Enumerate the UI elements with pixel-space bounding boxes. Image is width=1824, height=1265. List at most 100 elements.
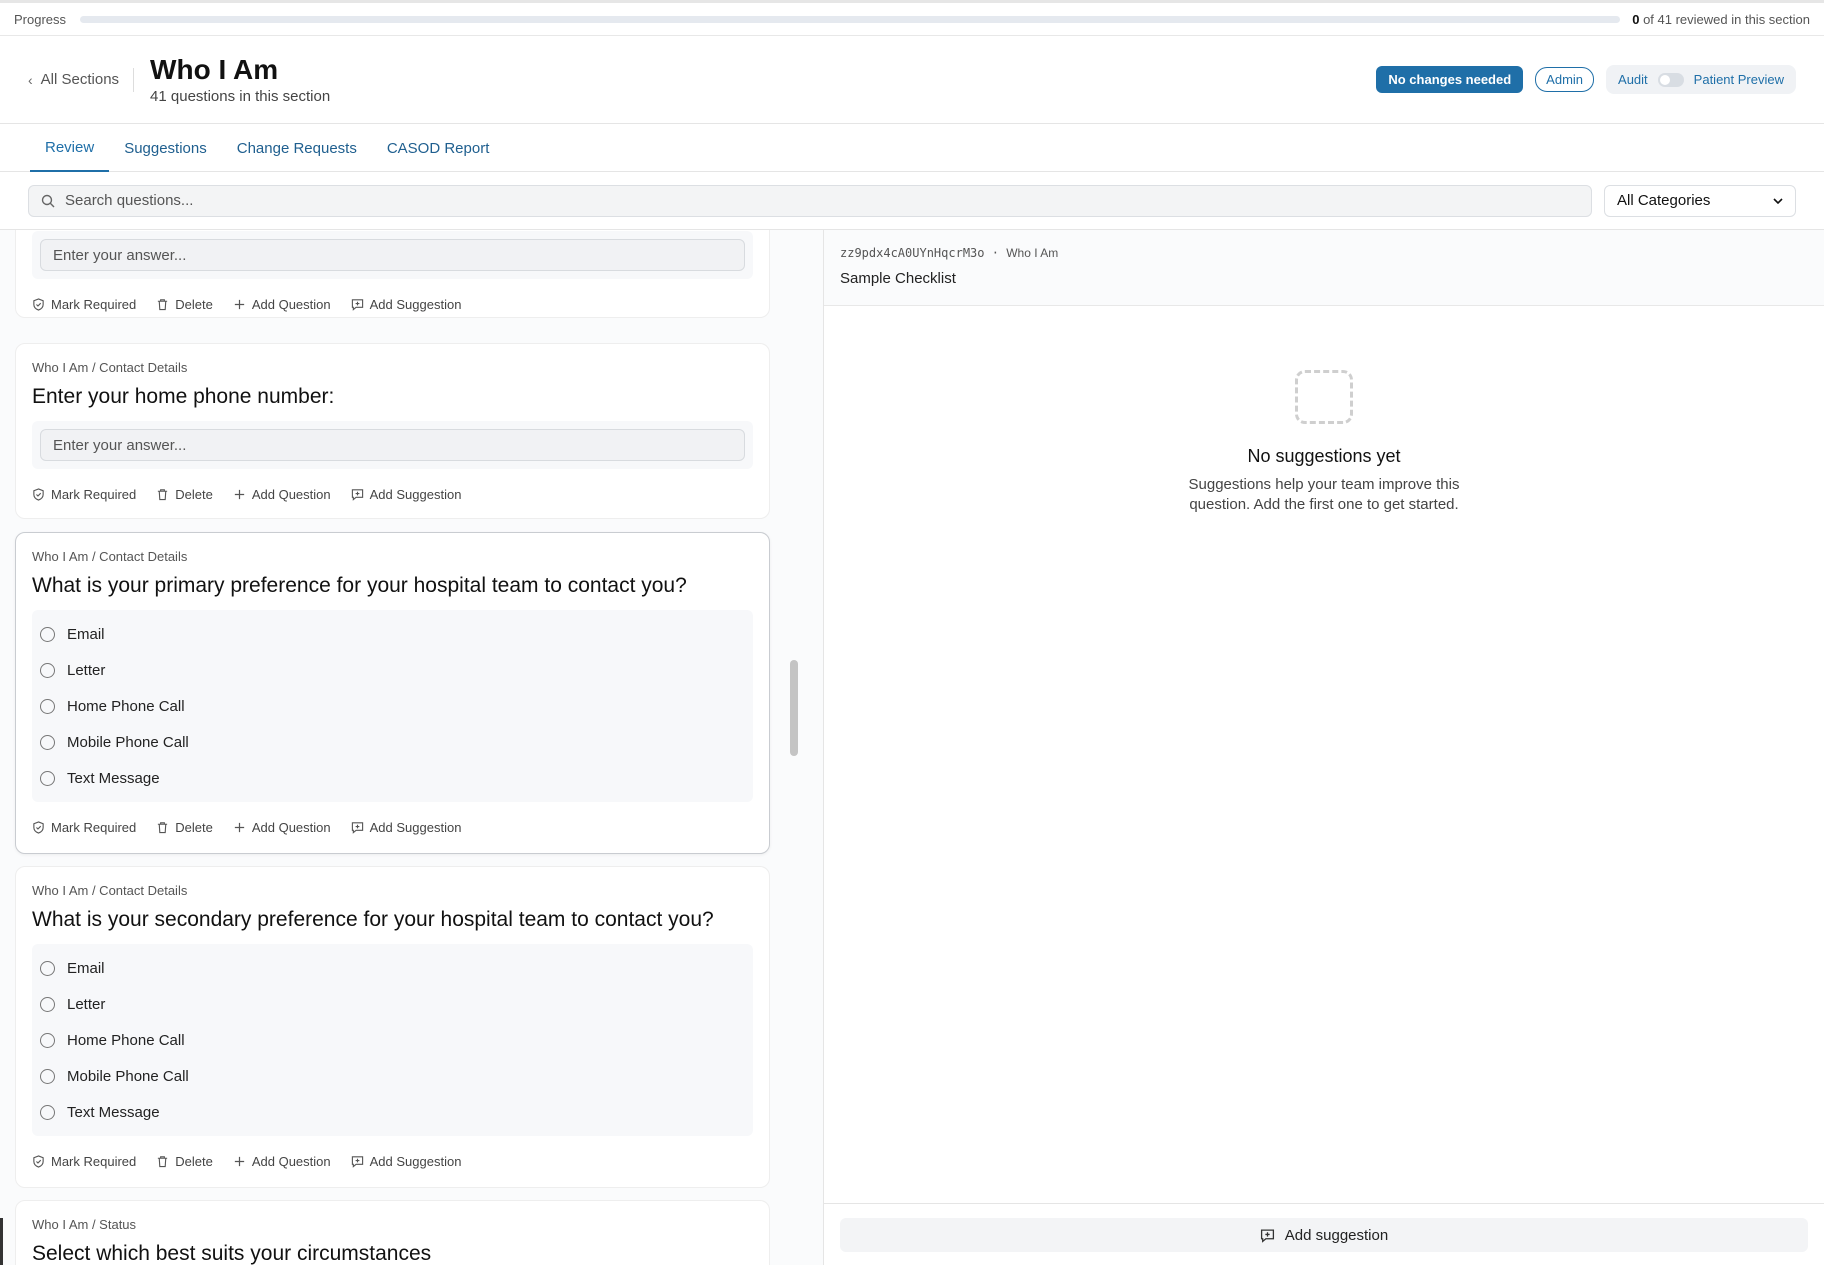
page-subtitle: 41 questions in this section	[150, 88, 331, 105]
window-edge	[0, 1218, 3, 1265]
progress-bar-row: Progress 0 of 41 reviewed in this sectio…	[0, 0, 1824, 36]
list-scrollbar[interactable]	[790, 660, 798, 756]
option-letter[interactable]: Letter	[40, 652, 745, 688]
option-home-phone[interactable]: Home Phone Call	[40, 688, 745, 724]
shield-check-icon	[33, 1154, 44, 1168]
empty-line-2: question. Add the first one to get start…	[1189, 496, 1459, 513]
radio-button[interactable]	[40, 1068, 55, 1084]
option-letter[interactable]: Letter	[40, 986, 745, 1022]
option-mobile-phone[interactable]: Mobile Phone Call	[40, 1058, 745, 1094]
admin-badge[interactable]: Admin	[1535, 67, 1595, 92]
question-card[interactable]: Who I Am / Contact Details What is your …	[15, 866, 770, 1188]
option-label: Text Message	[67, 1103, 160, 1121]
delete-button[interactable]: Delete	[156, 487, 213, 502]
mark-required-button[interactable]: Mark Required	[32, 487, 136, 502]
radio-button[interactable]	[40, 734, 55, 750]
back-label: All Sections	[40, 71, 120, 88]
delete-label: Delete	[175, 486, 213, 502]
add-suggestion-panel-label: Add suggestion	[1284, 1226, 1389, 1244]
add-question-button[interactable]: Add Question	[233, 1154, 331, 1169]
tab-bar: Review Suggestions Change Requests CASOD…	[0, 124, 1824, 172]
radio-button[interactable]	[40, 1032, 55, 1048]
plus-icon	[234, 822, 244, 832]
tab-casod-report[interactable]: CASOD Report	[372, 124, 505, 172]
question-card-selected[interactable]: Who I Am / Contact Details What is your …	[15, 532, 770, 854]
option-label: Text Message	[67, 769, 160, 787]
add-question-button[interactable]: Add Question	[233, 297, 331, 312]
tab-suggestions[interactable]: Suggestions	[109, 124, 222, 172]
delete-button[interactable]: Delete	[156, 297, 213, 312]
add-suggestion-label: Add Suggestion	[369, 819, 462, 835]
question-breadcrumb: Who I Am / Contact Details	[32, 883, 188, 898]
mode-toggle[interactable]	[1657, 72, 1684, 87]
add-suggestion-button[interactable]: Add Suggestion	[351, 296, 462, 312]
mark-required-button[interactable]: Mark Required	[32, 297, 136, 312]
mark-required-label: Mark Required	[51, 486, 137, 502]
dashed-box-icon	[1295, 370, 1353, 424]
option-home-phone[interactable]: Home Phone Call	[40, 1022, 745, 1058]
shield-check-icon	[33, 297, 44, 311]
radio-button[interactable]	[40, 662, 55, 678]
answer-input[interactable]: Enter your answer...	[40, 429, 745, 461]
progress-track	[80, 15, 1621, 23]
progress-count: 0 of 41 reviewed in this section	[1632, 12, 1810, 27]
tab-review[interactable]: Review	[30, 124, 110, 172]
question-card: Enter your answer... Mark Required Delet…	[15, 230, 770, 318]
mark-required-button[interactable]: Mark Required	[32, 820, 136, 835]
filter-row: All Categories	[0, 172, 1824, 230]
option-email[interactable]: Email	[40, 950, 745, 986]
card-actions: Mark Required Delete Add Question Add Su…	[32, 469, 753, 519]
radio-button[interactable]	[40, 770, 55, 786]
answer-input[interactable]: Enter your answer...	[40, 239, 745, 271]
no-changes-needed-button[interactable]: No changes needed	[1376, 66, 1524, 93]
add-suggestion-panel-button[interactable]: Add suggestion	[840, 1218, 1808, 1252]
option-text-message[interactable]: Text Message	[40, 760, 745, 796]
option-label: Email	[67, 959, 105, 977]
suggestions-panel: zz9pdx4cA0UYnHqcrM3o · Who I Am Sample C…	[824, 230, 1824, 1265]
answer-options: Email Letter Home Phone Call Mobile Phon…	[32, 944, 753, 1136]
add-question-button[interactable]: Add Question	[233, 820, 331, 835]
add-suggestion-button[interactable]: Add Suggestion	[351, 819, 462, 835]
tab-change-requests[interactable]: Change Requests	[222, 124, 372, 172]
mark-required-button[interactable]: Mark Required	[32, 1154, 136, 1169]
category-select[interactable]: All Categories	[1604, 184, 1796, 217]
add-suggestion-button[interactable]: Add Suggestion	[351, 1154, 461, 1169]
delete-label: Delete	[175, 296, 213, 312]
add-question-label: Add Question	[251, 486, 331, 502]
card-actions: Mark Required Delete Add Question Add Su…	[32, 1136, 753, 1186]
search-input[interactable]	[65, 192, 1579, 209]
option-mobile-phone[interactable]: Mobile Phone Call	[40, 724, 745, 760]
trash-icon	[158, 298, 168, 310]
radio-button[interactable]	[40, 996, 55, 1012]
option-email[interactable]: Email	[40, 616, 745, 652]
question-breadcrumb: Who I Am / Contact Details	[32, 549, 188, 564]
add-suggestion-button[interactable]: Add Suggestion	[351, 487, 461, 502]
patient-preview-label[interactable]: Patient Preview	[1694, 72, 1784, 87]
add-question-label: Add Question	[251, 296, 331, 312]
option-label: Home Phone Call	[67, 697, 185, 715]
delete-button[interactable]: Delete	[156, 1154, 213, 1169]
radio-button[interactable]	[40, 960, 55, 976]
question-card[interactable]: Who I Am / Status Select which best suit…	[15, 1200, 770, 1265]
message-plus-icon	[1260, 1229, 1274, 1243]
add-question-button[interactable]: Add Question	[233, 487, 331, 502]
add-suggestion-label: Add Suggestion	[369, 296, 462, 312]
radio-button[interactable]	[40, 698, 55, 714]
card-actions: Mark Required Delete Add Question Add Su…	[32, 802, 753, 852]
radio-button[interactable]	[40, 1104, 55, 1120]
radio-button[interactable]	[40, 626, 55, 642]
back-to-all-sections[interactable]: ‹ All Sections	[28, 67, 135, 92]
audit-mode-label[interactable]: Audit	[1618, 72, 1648, 87]
delete-button[interactable]: Delete	[156, 820, 213, 835]
title-block: Who I Am 41 questions in this section	[150, 54, 330, 105]
question-list[interactable]: Enter your answer... Mark Required Delet…	[0, 230, 824, 1265]
mark-required-label: Mark Required	[51, 296, 137, 312]
shield-check-icon	[33, 820, 44, 834]
mark-required-label: Mark Required	[51, 1153, 137, 1169]
page-header: ‹ All Sections Who I Am 41 questions in …	[0, 36, 1824, 124]
question-card[interactable]: Who I Am / Contact Details Enter your ho…	[15, 343, 770, 519]
question-id: zz9pdx4cA0UYnHqcrM3o	[840, 246, 985, 260]
trash-icon	[158, 488, 168, 500]
empty-title: No suggestions yet	[1247, 446, 1401, 466]
option-text-message[interactable]: Text Message	[40, 1094, 745, 1130]
